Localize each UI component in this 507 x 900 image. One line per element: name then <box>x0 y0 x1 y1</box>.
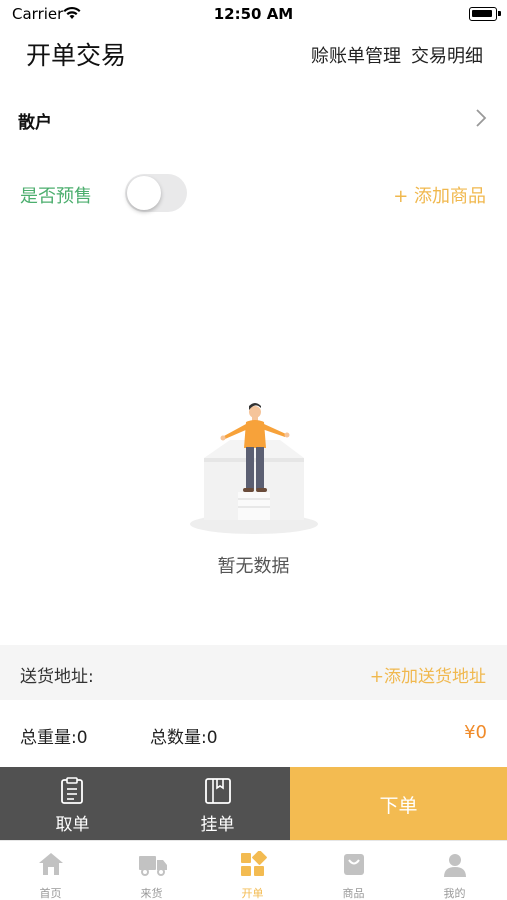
status-bar: Carrier 12:50 AM <box>0 0 507 28</box>
tab-mine[interactable]: 我的 <box>404 841 505 900</box>
take-order-label: 取单 <box>55 815 90 835</box>
tab-home[interactable]: 首页 <box>0 841 101 900</box>
tab-create-order[interactable]: 开单 <box>202 841 303 900</box>
tab-home-label: 首页 <box>39 887 62 900</box>
hold-order-label: 挂单 <box>200 815 235 835</box>
action-bar: 取单 挂单 下单 <box>0 767 507 840</box>
customer-label: 散户 <box>18 113 52 133</box>
delivery-address-label: 送货地址: <box>20 667 94 687</box>
tab-create-order-label: 开单 <box>241 887 264 900</box>
battery-icon <box>469 7 501 21</box>
empty-box-illustration <box>190 403 318 534</box>
transaction-details-link[interactable]: 交易明细 <box>411 42 483 68</box>
tab-incoming-label: 来货 <box>140 887 163 900</box>
delivery-address-row: 送货地址: +添加送货地址 <box>0 645 507 700</box>
bag-icon <box>344 854 364 875</box>
presale-row: 是否预售 + 添加商品 <box>0 168 507 218</box>
tab-products[interactable]: 商品 <box>303 841 404 900</box>
place-order-label: 下单 <box>379 795 418 817</box>
chevron-right-icon <box>476 109 487 127</box>
total-quantity: 总数量:0 <box>150 728 218 748</box>
grid-icon <box>241 851 267 876</box>
tab-incoming[interactable]: 来货 <box>101 841 202 900</box>
place-order-button[interactable]: 下单 <box>290 767 507 840</box>
user-icon <box>444 854 466 877</box>
header-links: 赊账单管理 交易明细 <box>311 42 483 68</box>
tab-products-label: 商品 <box>342 887 365 900</box>
presale-label: 是否预售 <box>20 186 92 207</box>
page-header: 开单交易 赊账单管理 交易明细 <box>0 28 507 80</box>
credit-bill-management-link[interactable]: 赊账单管理 <box>311 42 401 68</box>
totals-row: 总重量:0 总数量:0 ¥0 <box>0 700 507 767</box>
empty-state-text: 暂无数据 <box>217 556 290 577</box>
home-icon <box>39 853 63 875</box>
page-title: 开单交易 <box>26 41 127 70</box>
clock: 12:50 AM <box>213 5 294 23</box>
notebook-icon <box>205 778 231 804</box>
customer-selector[interactable]: 散户 <box>0 96 507 142</box>
tab-bar: 首页 来货 开单 商品 我的 <box>0 840 507 900</box>
take-order-button[interactable]: 取单 <box>0 767 145 840</box>
total-price: ¥0 <box>464 722 487 743</box>
tab-mine-label: 我的 <box>443 887 466 900</box>
presale-toggle[interactable] <box>125 174 187 212</box>
toggle-knob <box>127 176 161 210</box>
add-product-button[interactable]: + 添加商品 <box>393 182 486 208</box>
truck-icon <box>139 856 167 876</box>
empty-state: 暂无数据 <box>0 400 507 600</box>
clipboard-icon <box>61 777 83 804</box>
total-weight: 总重量:0 <box>20 728 88 748</box>
add-delivery-address-button[interactable]: +添加送货地址 <box>370 662 486 687</box>
hold-order-button[interactable]: 挂单 <box>145 767 290 840</box>
